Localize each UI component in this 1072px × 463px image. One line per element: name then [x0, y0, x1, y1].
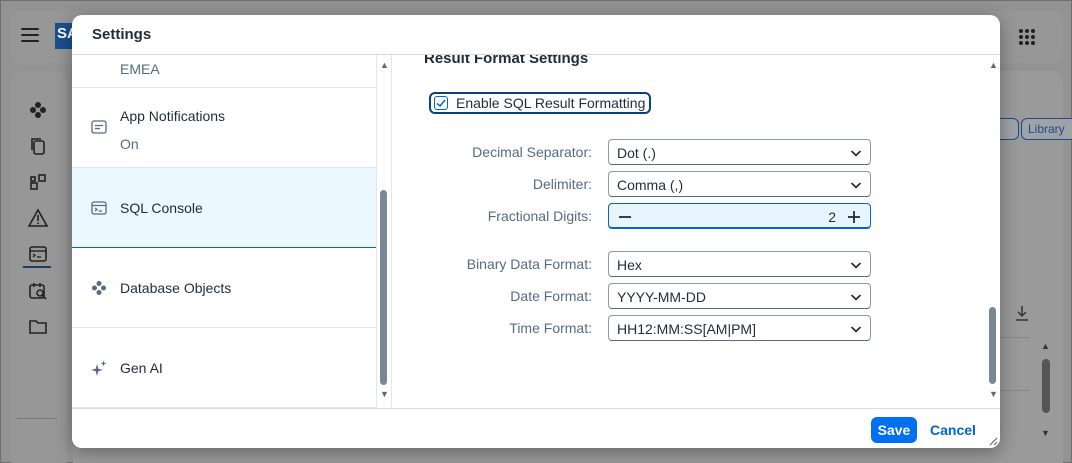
folder-icon[interactable] [27, 315, 49, 337]
database-objects-icon [90, 279, 108, 297]
field-label: Binary Data Format: [466, 256, 592, 272]
settings-nav-list: EMEA App Notifications On SQL Console Da… [72, 55, 377, 408]
bg-scrollbar-thumb[interactable] [1042, 359, 1050, 413]
download-icon[interactable] [1013, 304, 1031, 322]
chevron-down-icon[interactable] [850, 291, 862, 303]
nav-item-region[interactable]: EMEA [72, 55, 376, 88]
chevron-down-icon[interactable] [850, 179, 862, 191]
bg-scroll-down-icon[interactable]: ▼ [1041, 428, 1050, 438]
sparkle-icon [90, 359, 108, 377]
product-switch-icon[interactable] [1019, 29, 1035, 45]
dialog-title: Settings [92, 26, 152, 43]
scroll-up-icon[interactable]: ▲ [380, 60, 389, 70]
dialog-footer: Save Cancel [72, 408, 1000, 448]
field-label: Time Format: [509, 320, 592, 336]
date-format-row: Date Format: YYYY-MM-DD [392, 283, 1000, 309]
left-scrollbar[interactable]: ▲ ▼ [377, 55, 391, 408]
checkbox-label: Enable SQL Result Formatting [456, 95, 646, 111]
nav-item-label: App Notifications [120, 108, 226, 124]
sql-console-nav-icon[interactable] [27, 243, 49, 265]
field-label: Fractional Digits: [487, 208, 592, 224]
nav-item-label: Database Objects [120, 280, 232, 296]
check-icon [436, 99, 446, 108]
checkbox-box[interactable] [434, 96, 448, 110]
select-value: YYYY-MM-DD [617, 289, 706, 305]
time-format-row: Time Format: HH12:MM:SS[AM|PM] [392, 315, 1000, 341]
nav-item-sql-console[interactable]: SQL Console [72, 168, 376, 248]
nav-divider [17, 418, 57, 419]
settings-content: Result Format Settings Enable SQL Result… [392, 55, 1000, 408]
nav-item-gen-ai[interactable]: Gen AI [72, 328, 376, 408]
decimal-separator-row: Decimal Separator: Dot (.) [392, 139, 1000, 165]
delimiter-select[interactable]: Comma (,) [608, 171, 871, 197]
enable-formatting-checkbox[interactable]: Enable SQL Result Formatting [429, 92, 652, 114]
dialog-body: EMEA App Notifications On SQL Console Da… [72, 55, 1000, 408]
section-title: Result Format Settings [424, 55, 589, 67]
delimiter-row: Delimiter: Comma (,) [392, 171, 1000, 197]
decimal-separator-select[interactable]: Dot (.) [608, 139, 871, 165]
minus-icon[interactable] [615, 207, 635, 227]
nav-item-database-objects[interactable]: Database Objects [72, 248, 376, 328]
save-button[interactable]: Save [871, 417, 917, 443]
time-format-select[interactable]: HH12:MM:SS[AM|PM] [608, 315, 871, 341]
fractional-digits-stepper[interactable]: 2 [608, 203, 871, 229]
background-select[interactable] [999, 337, 1029, 391]
right-scrollbar-thumb[interactable] [989, 307, 996, 384]
fractional-digits-row: Fractional Digits: 2 [392, 203, 1000, 229]
active-nav-indicator [23, 266, 51, 268]
sql-console-icon [90, 199, 108, 217]
hamburger-menu-icon[interactable] [21, 28, 39, 42]
scroll-up-icon[interactable]: ▲ [989, 60, 998, 70]
binary-data-format-row: Binary Data Format: Hex [392, 251, 1000, 277]
library-chip[interactable]: Library [1021, 118, 1072, 140]
date-format-select[interactable]: YYYY-MM-DD [608, 283, 871, 309]
field-label: Date Format: [510, 288, 592, 304]
settings-dialog: Settings EMEA App Notifications On SQL C… [72, 15, 1000, 448]
notification-icon [90, 118, 108, 136]
chevron-down-icon[interactable] [850, 147, 862, 159]
nav-item-label: SQL Console [120, 200, 203, 216]
field-label: Delimiter: [532, 176, 592, 192]
hierarchy-icon[interactable] [27, 171, 49, 193]
chevron-down-icon[interactable] [850, 323, 862, 335]
bg-scroll-up-icon[interactable]: ▲ [1041, 341, 1050, 351]
scroll-down-icon[interactable]: ▼ [380, 389, 389, 399]
select-value: Hex [617, 257, 642, 273]
right-scrollbar[interactable]: ▲ ▼ [986, 55, 1000, 408]
nav-item-sublabel: EMEA [120, 61, 160, 77]
binary-data-format-select[interactable]: Hex [608, 251, 871, 277]
cube-cluster-icon[interactable] [27, 99, 49, 121]
scroll-down-icon[interactable]: ▼ [989, 389, 998, 399]
calendar-search-icon[interactable] [27, 280, 49, 302]
nav-item-sublabel: On [120, 136, 139, 152]
select-value: Dot (.) [617, 145, 656, 161]
nav-item-app-notifications[interactable]: App Notifications On [72, 88, 376, 168]
plus-icon[interactable] [844, 207, 864, 227]
field-label: Decimal Separator: [472, 144, 592, 160]
resize-handle-icon[interactable] [988, 436, 998, 446]
cancel-button[interactable]: Cancel [925, 417, 981, 443]
copy-icon[interactable] [27, 135, 49, 157]
nav-item-label: Gen AI [120, 360, 163, 376]
chevron-down-icon[interactable] [850, 259, 862, 271]
stepper-value[interactable]: 2 [828, 209, 836, 225]
left-scrollbar-thumb[interactable] [380, 190, 387, 385]
dialog-header: Settings [72, 15, 1000, 55]
select-value: HH12:MM:SS[AM|PM] [617, 321, 756, 337]
select-value: Comma (,) [617, 177, 684, 193]
warning-icon[interactable] [27, 207, 49, 229]
